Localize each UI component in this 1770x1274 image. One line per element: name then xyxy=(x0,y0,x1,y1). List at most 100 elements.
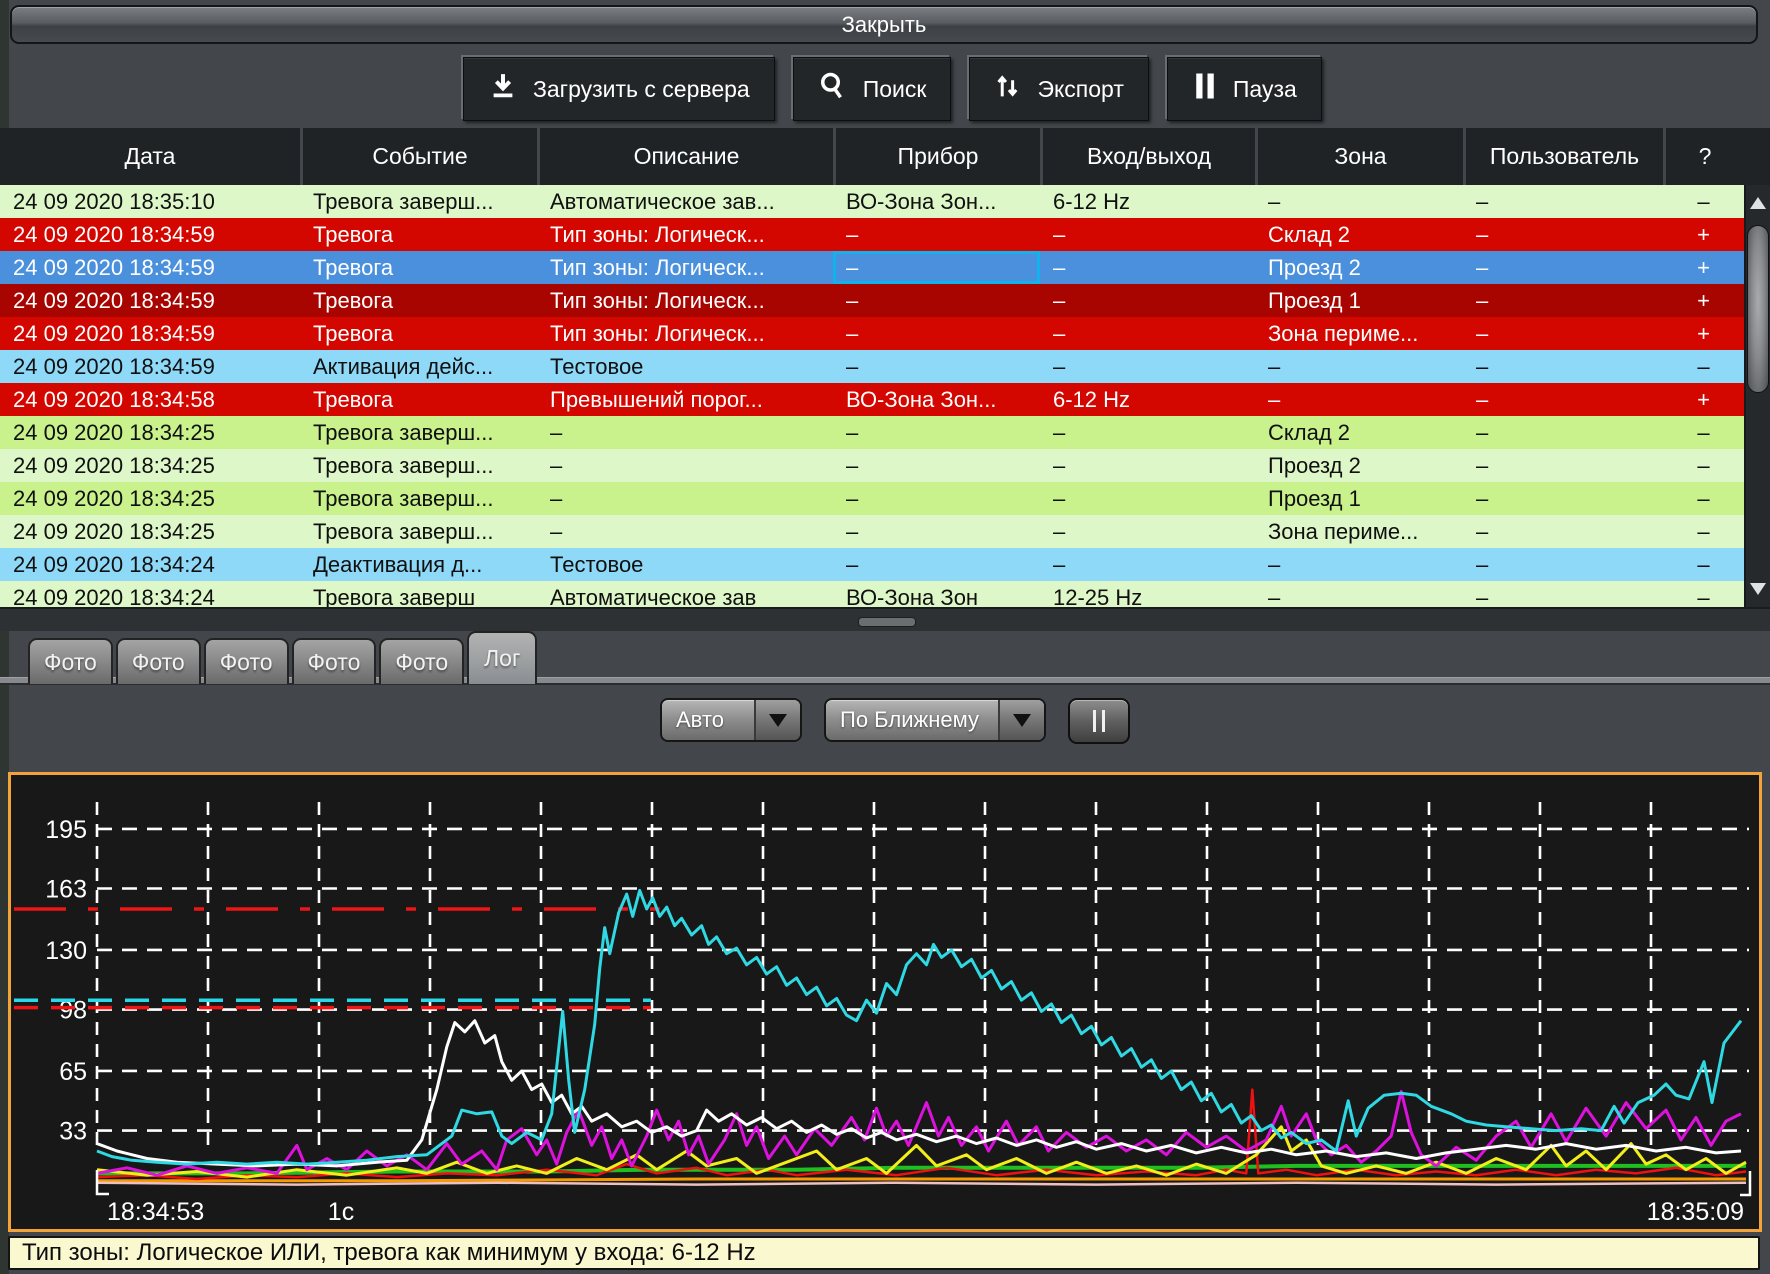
table-row[interactable]: 24 09 2020 18:34:24Деактивация д...Тесто… xyxy=(0,548,1744,581)
cell-zone[interactable]: Склад 2 xyxy=(1255,218,1463,251)
chart-pause-toggle[interactable] xyxy=(1068,698,1130,744)
cell-ack[interactable]: – xyxy=(1663,581,1744,607)
cell-user[interactable]: – xyxy=(1463,218,1663,251)
cell-date[interactable]: 24 09 2020 18:35:10 xyxy=(0,185,300,218)
cell-user[interactable]: – xyxy=(1463,284,1663,317)
follow-select[interactable]: По Ближнему xyxy=(824,698,1046,742)
cell-device[interactable]: – xyxy=(833,251,1040,284)
column-header-description[interactable]: Описание xyxy=(537,128,833,185)
cell-io[interactable]: – xyxy=(1040,449,1255,482)
cell-date[interactable]: 24 09 2020 18:34:24 xyxy=(0,581,300,607)
cell-zone[interactable]: Зона периме... xyxy=(1255,317,1463,350)
table-row[interactable]: 24 09 2020 18:34:25Тревога заверш...–––П… xyxy=(0,482,1744,515)
cell-user[interactable]: – xyxy=(1463,185,1663,218)
cell-user[interactable]: – xyxy=(1463,317,1663,350)
cell-date[interactable]: 24 09 2020 18:34:25 xyxy=(0,482,300,515)
cell-date[interactable]: 24 09 2020 18:34:59 xyxy=(0,251,300,284)
column-header-ack[interactable]: ? xyxy=(1663,128,1744,185)
cell-description[interactable]: Превышений порог... xyxy=(537,383,833,416)
column-header-io[interactable]: Вход/выход xyxy=(1040,128,1255,185)
cell-event[interactable]: Тревога заверш... xyxy=(300,185,537,218)
table-row[interactable]: 24 09 2020 18:34:25Тревога заверш...–––С… xyxy=(0,416,1744,449)
scroll-up-button[interactable] xyxy=(1746,185,1770,221)
cell-device[interactable]: – xyxy=(833,548,1040,581)
cell-description[interactable]: Тип зоны: Логическ... xyxy=(537,251,833,284)
tab-photo-5[interactable]: Фото xyxy=(379,638,464,684)
cell-description[interactable]: – xyxy=(537,482,833,515)
cell-io[interactable]: – xyxy=(1040,218,1255,251)
tab-photo-3[interactable]: Фото xyxy=(204,638,289,684)
table-scrollbar[interactable] xyxy=(1744,185,1770,607)
cell-zone[interactable]: Проезд 2 xyxy=(1255,251,1463,284)
cell-ack[interactable]: – xyxy=(1663,185,1744,218)
column-header-zone[interactable]: Зона xyxy=(1255,128,1463,185)
cell-io[interactable]: 6-12 Hz xyxy=(1040,185,1255,218)
search-button[interactable]: Поиск xyxy=(793,57,952,121)
cell-device[interactable]: – xyxy=(833,416,1040,449)
cell-device[interactable]: ВО-Зона Зон... xyxy=(833,383,1040,416)
table-row[interactable]: 24 09 2020 18:34:58ТревогаПревышений пор… xyxy=(0,383,1744,416)
cell-ack[interactable]: – xyxy=(1663,548,1744,581)
chevron-down-icon[interactable] xyxy=(754,700,800,740)
column-header-device[interactable]: Прибор xyxy=(833,128,1040,185)
cell-io[interactable]: – xyxy=(1040,251,1255,284)
cell-ack[interactable]: + xyxy=(1663,383,1744,416)
cell-ack[interactable]: – xyxy=(1663,449,1744,482)
cell-user[interactable]: – xyxy=(1463,548,1663,581)
cell-description[interactable]: Тестовое xyxy=(537,350,833,383)
cell-date[interactable]: 24 09 2020 18:34:25 xyxy=(0,515,300,548)
scale-select[interactable]: Авто xyxy=(660,698,802,742)
column-header-date[interactable]: Дата xyxy=(0,128,300,185)
table-row[interactable]: 24 09 2020 18:34:59Активация дейс...Тест… xyxy=(0,350,1744,383)
load-from-server-button[interactable]: Загрузить с сервера xyxy=(463,57,775,121)
cell-ack[interactable]: – xyxy=(1663,350,1744,383)
tab-photo-1[interactable]: Фото xyxy=(28,638,113,684)
cell-event[interactable]: Тревога заверш... xyxy=(300,482,537,515)
cell-user[interactable]: – xyxy=(1463,350,1663,383)
cell-zone[interactable]: – xyxy=(1255,185,1463,218)
cell-event[interactable]: Тревога заверш... xyxy=(300,449,537,482)
cell-event[interactable]: Тревога xyxy=(300,317,537,350)
tab-log[interactable]: Лог xyxy=(467,631,537,684)
cell-date[interactable]: 24 09 2020 18:34:59 xyxy=(0,218,300,251)
table-row-selected[interactable]: 24 09 2020 18:34:59ТревогаТип зоны: Логи… xyxy=(0,251,1744,284)
cell-device[interactable]: – xyxy=(833,317,1040,350)
signal-chart[interactable]: 33659813016319518:34:531с18:35:09 xyxy=(8,772,1762,1232)
table-row[interactable]: 24 09 2020 18:34:59ТревогаТип зоны: Логи… xyxy=(0,284,1744,317)
export-button[interactable]: Экспорт xyxy=(969,57,1148,121)
cell-event[interactable]: Тревога xyxy=(300,251,537,284)
cell-event[interactable]: Активация дейс... xyxy=(300,350,537,383)
cell-event[interactable]: Тревога xyxy=(300,218,537,251)
cell-device[interactable]: – xyxy=(833,218,1040,251)
cell-zone[interactable]: – xyxy=(1255,581,1463,607)
column-header-event[interactable]: Событие xyxy=(300,128,537,185)
pause-button[interactable]: Пауза xyxy=(1167,57,1322,121)
cell-date[interactable]: 24 09 2020 18:34:59 xyxy=(0,317,300,350)
cell-description[interactable]: Тип зоны: Логическ... xyxy=(537,218,833,251)
cell-user[interactable]: – xyxy=(1463,515,1663,548)
cell-description[interactable]: Автоматическое зав xyxy=(537,581,833,607)
cell-description[interactable]: Тестовое xyxy=(537,548,833,581)
cell-date[interactable]: 24 09 2020 18:34:24 xyxy=(0,548,300,581)
cell-ack[interactable]: – xyxy=(1663,515,1744,548)
table-row[interactable]: 24 09 2020 18:35:10Тревога заверш...Авто… xyxy=(0,185,1744,218)
cell-description[interactable]: – xyxy=(537,416,833,449)
cell-device[interactable]: – xyxy=(833,515,1040,548)
cell-device[interactable]: – xyxy=(833,482,1040,515)
cell-io[interactable]: – xyxy=(1040,284,1255,317)
cell-device[interactable]: ВО-Зона Зон... xyxy=(833,185,1040,218)
cell-device[interactable]: – xyxy=(833,449,1040,482)
cell-zone[interactable]: Зона периме... xyxy=(1255,515,1463,548)
cell-zone[interactable]: – xyxy=(1255,383,1463,416)
cell-description[interactable]: Автоматическое зав... xyxy=(537,185,833,218)
cell-event[interactable]: Тревога заверш... xyxy=(300,515,537,548)
cell-description[interactable]: – xyxy=(537,515,833,548)
table-row[interactable]: 24 09 2020 18:34:59ТревогаТип зоны: Логи… xyxy=(0,218,1744,251)
tab-photo-4[interactable]: Фото xyxy=(292,638,377,684)
cell-ack[interactable]: + xyxy=(1663,251,1744,284)
cell-date[interactable]: 24 09 2020 18:34:59 xyxy=(0,284,300,317)
cell-date[interactable]: 24 09 2020 18:34:25 xyxy=(0,449,300,482)
cell-io[interactable]: – xyxy=(1040,515,1255,548)
event-table[interactable]: 24 09 2020 18:35:10Тревога заверш...Авто… xyxy=(0,185,1744,607)
cell-ack[interactable]: + xyxy=(1663,284,1744,317)
